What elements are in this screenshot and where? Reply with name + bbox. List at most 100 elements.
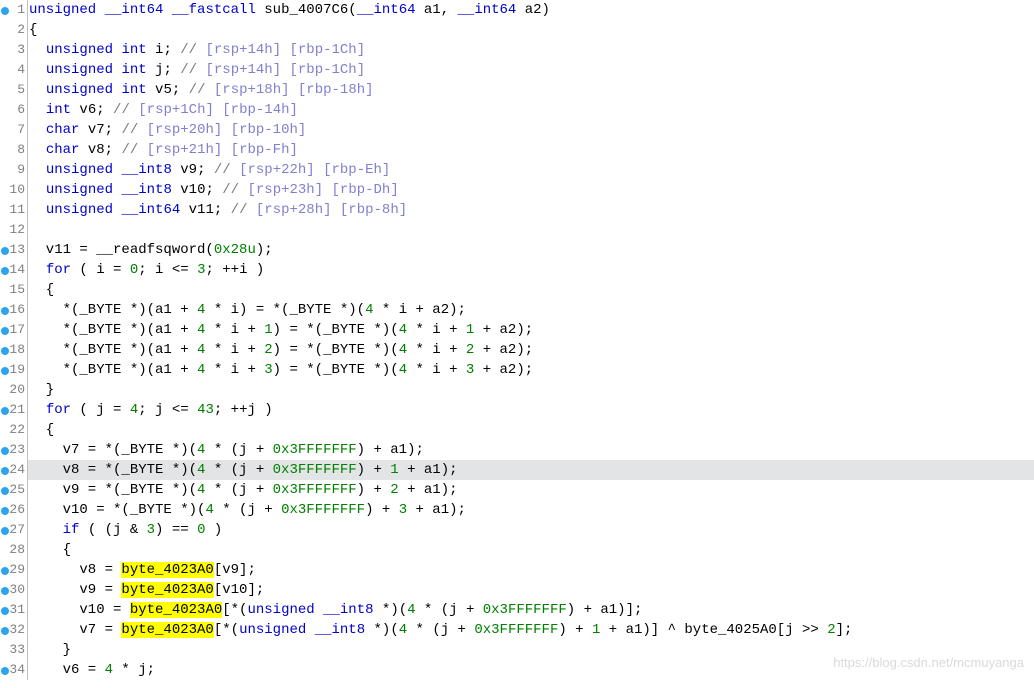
line-number[interactable]: 27 (0, 520, 28, 540)
breakpoint-dot-icon[interactable] (1, 507, 9, 515)
code-line-21[interactable]: 21 for ( j = 4; j <= 43; ++j ) (0, 400, 1034, 420)
line-number[interactable]: 5 (0, 80, 28, 100)
line-number[interactable]: 32 (0, 620, 28, 640)
breakpoint-dot-icon[interactable] (1, 407, 9, 415)
line-number[interactable]: 2 (0, 20, 28, 40)
code-line-2[interactable]: 2{ (0, 20, 1034, 40)
line-number[interactable]: 21 (0, 400, 28, 420)
line-number[interactable]: 1 (0, 0, 28, 20)
breakpoint-dot-icon[interactable] (1, 627, 9, 635)
code-text[interactable]: unsigned __int8 v9; // [rsp+22h] [rbp-Eh… (28, 160, 1034, 180)
code-line-28[interactable]: 28 { (0, 540, 1034, 560)
code-line-30[interactable]: 30 v9 = byte_4023A0[v10]; (0, 580, 1034, 600)
code-text[interactable] (28, 220, 1034, 240)
line-number[interactable]: 12 (0, 220, 28, 240)
code-text[interactable]: v9 = *(_BYTE *)(4 * (j + 0x3FFFFFFF) + 2… (28, 480, 1034, 500)
code-line-5[interactable]: 5 unsigned int v5; // [rsp+18h] [rbp-18h… (0, 80, 1034, 100)
code-text[interactable]: unsigned __int64 v11; // [rsp+28h] [rbp-… (28, 200, 1034, 220)
code-text[interactable]: *(_BYTE *)(a1 + 4 * i + 1) = *(_BYTE *)(… (28, 320, 1034, 340)
breakpoint-dot-icon[interactable] (1, 307, 9, 315)
code-text[interactable]: v11 = __readfsqword(0x28u); (28, 240, 1034, 260)
breakpoint-dot-icon[interactable] (1, 247, 9, 255)
code-text[interactable]: } (28, 380, 1034, 400)
line-number[interactable]: 13 (0, 240, 28, 260)
line-number[interactable]: 22 (0, 420, 28, 440)
code-text[interactable]: v7 = *(_BYTE *)(4 * (j + 0x3FFFFFFF) + a… (28, 440, 1034, 460)
code-line-22[interactable]: 22 { (0, 420, 1034, 440)
breakpoint-dot-icon[interactable] (1, 667, 9, 675)
code-text[interactable]: for ( j = 4; j <= 43; ++j ) (28, 400, 1034, 420)
code-line-8[interactable]: 8 char v8; // [rsp+21h] [rbp-Fh] (0, 140, 1034, 160)
code-text[interactable]: unsigned __int8 v10; // [rsp+23h] [rbp-D… (28, 180, 1034, 200)
code-line-33[interactable]: 33 } (0, 640, 1034, 660)
code-text[interactable]: v10 = *(_BYTE *)(4 * (j + 0x3FFFFFFF) + … (28, 500, 1034, 520)
code-line-11[interactable]: 11 unsigned __int64 v11; // [rsp+28h] [r… (0, 200, 1034, 220)
code-line-12[interactable]: 12 (0, 220, 1034, 240)
breakpoint-dot-icon[interactable] (1, 587, 9, 595)
breakpoint-dot-icon[interactable] (1, 367, 9, 375)
breakpoint-dot-icon[interactable] (1, 467, 9, 475)
line-number[interactable]: 26 (0, 500, 28, 520)
line-number[interactable]: 10 (0, 180, 28, 200)
code-line-27[interactable]: 27 if ( (j & 3) == 0 ) (0, 520, 1034, 540)
code-text[interactable]: v7 = byte_4023A0[*(unsigned __int8 *)(4 … (28, 620, 1034, 640)
code-line-17[interactable]: 17 *(_BYTE *)(a1 + 4 * i + 1) = *(_BYTE … (0, 320, 1034, 340)
code-text[interactable]: { (28, 20, 1034, 40)
code-text[interactable]: v8 = byte_4023A0[v9]; (28, 560, 1034, 580)
code-line-3[interactable]: 3 unsigned int i; // [rsp+14h] [rbp-1Ch] (0, 40, 1034, 60)
code-text[interactable]: *(_BYTE *)(a1 + 4 * i) = *(_BYTE *)(4 * … (28, 300, 1034, 320)
line-number[interactable]: 11 (0, 200, 28, 220)
code-text[interactable]: char v8; // [rsp+21h] [rbp-Fh] (28, 140, 1034, 160)
breakpoint-dot-icon[interactable] (1, 347, 9, 355)
code-line-7[interactable]: 7 char v7; // [rsp+20h] [rbp-10h] (0, 120, 1034, 140)
code-text[interactable]: *(_BYTE *)(a1 + 4 * i + 2) = *(_BYTE *)(… (28, 340, 1034, 360)
code-text[interactable]: unsigned __int64 __fastcall sub_4007C6(_… (28, 0, 1034, 20)
line-number[interactable]: 24 (0, 460, 28, 480)
line-number[interactable]: 25 (0, 480, 28, 500)
code-text[interactable]: { (28, 540, 1034, 560)
code-line-20[interactable]: 20 } (0, 380, 1034, 400)
line-number[interactable]: 19 (0, 360, 28, 380)
code-text[interactable]: for ( i = 0; i <= 3; ++i ) (28, 260, 1034, 280)
code-text[interactable]: unsigned int v5; // [rsp+18h] [rbp-18h] (28, 80, 1034, 100)
code-text[interactable]: v8 = *(_BYTE *)(4 * (j + 0x3FFFFFFF) + 1… (28, 460, 1034, 480)
line-number[interactable]: 23 (0, 440, 28, 460)
code-editor[interactable]: 1unsigned __int64 __fastcall sub_4007C6(… (0, 0, 1034, 680)
breakpoint-dot-icon[interactable] (1, 527, 9, 535)
code-line-1[interactable]: 1unsigned __int64 __fastcall sub_4007C6(… (0, 0, 1034, 20)
code-text[interactable]: { (28, 280, 1034, 300)
code-line-24[interactable]: 24 v8 = *(_BYTE *)(4 * (j + 0x3FFFFFFF) … (0, 460, 1034, 480)
code-text[interactable]: } (28, 640, 1034, 660)
code-line-32[interactable]: 32 v7 = byte_4023A0[*(unsigned __int8 *)… (0, 620, 1034, 640)
breakpoint-dot-icon[interactable] (1, 487, 9, 495)
code-line-26[interactable]: 26 v10 = *(_BYTE *)(4 * (j + 0x3FFFFFFF)… (0, 500, 1034, 520)
line-number[interactable]: 30 (0, 580, 28, 600)
code-line-13[interactable]: 13 v11 = __readfsqword(0x28u); (0, 240, 1034, 260)
line-number[interactable]: 34 (0, 660, 28, 680)
code-line-25[interactable]: 25 v9 = *(_BYTE *)(4 * (j + 0x3FFFFFFF) … (0, 480, 1034, 500)
breakpoint-dot-icon[interactable] (1, 567, 9, 575)
line-number[interactable]: 28 (0, 540, 28, 560)
code-text[interactable]: unsigned int j; // [rsp+14h] [rbp-1Ch] (28, 60, 1034, 80)
line-number[interactable]: 7 (0, 120, 28, 140)
code-line-4[interactable]: 4 unsigned int j; // [rsp+14h] [rbp-1Ch] (0, 60, 1034, 80)
code-line-16[interactable]: 16 *(_BYTE *)(a1 + 4 * i) = *(_BYTE *)(4… (0, 300, 1034, 320)
code-line-18[interactable]: 18 *(_BYTE *)(a1 + 4 * i + 2) = *(_BYTE … (0, 340, 1034, 360)
line-number[interactable]: 4 (0, 60, 28, 80)
code-line-34[interactable]: 34 v6 = 4 * j; (0, 660, 1034, 680)
breakpoint-dot-icon[interactable] (1, 267, 9, 275)
breakpoint-dot-icon[interactable] (1, 447, 9, 455)
code-line-15[interactable]: 15 { (0, 280, 1034, 300)
line-number[interactable]: 29 (0, 560, 28, 580)
code-text[interactable]: if ( (j & 3) == 0 ) (28, 520, 1034, 540)
line-number[interactable]: 3 (0, 40, 28, 60)
breakpoint-dot-icon[interactable] (1, 327, 9, 335)
code-line-23[interactable]: 23 v7 = *(_BYTE *)(4 * (j + 0x3FFFFFFF) … (0, 440, 1034, 460)
line-number[interactable]: 20 (0, 380, 28, 400)
code-line-19[interactable]: 19 *(_BYTE *)(a1 + 4 * i + 3) = *(_BYTE … (0, 360, 1034, 380)
code-line-9[interactable]: 9 unsigned __int8 v9; // [rsp+22h] [rbp-… (0, 160, 1034, 180)
breakpoint-dot-icon[interactable] (1, 7, 9, 15)
line-number[interactable]: 17 (0, 320, 28, 340)
code-text[interactable]: *(_BYTE *)(a1 + 4 * i + 3) = *(_BYTE *)(… (28, 360, 1034, 380)
code-text[interactable]: char v7; // [rsp+20h] [rbp-10h] (28, 120, 1034, 140)
